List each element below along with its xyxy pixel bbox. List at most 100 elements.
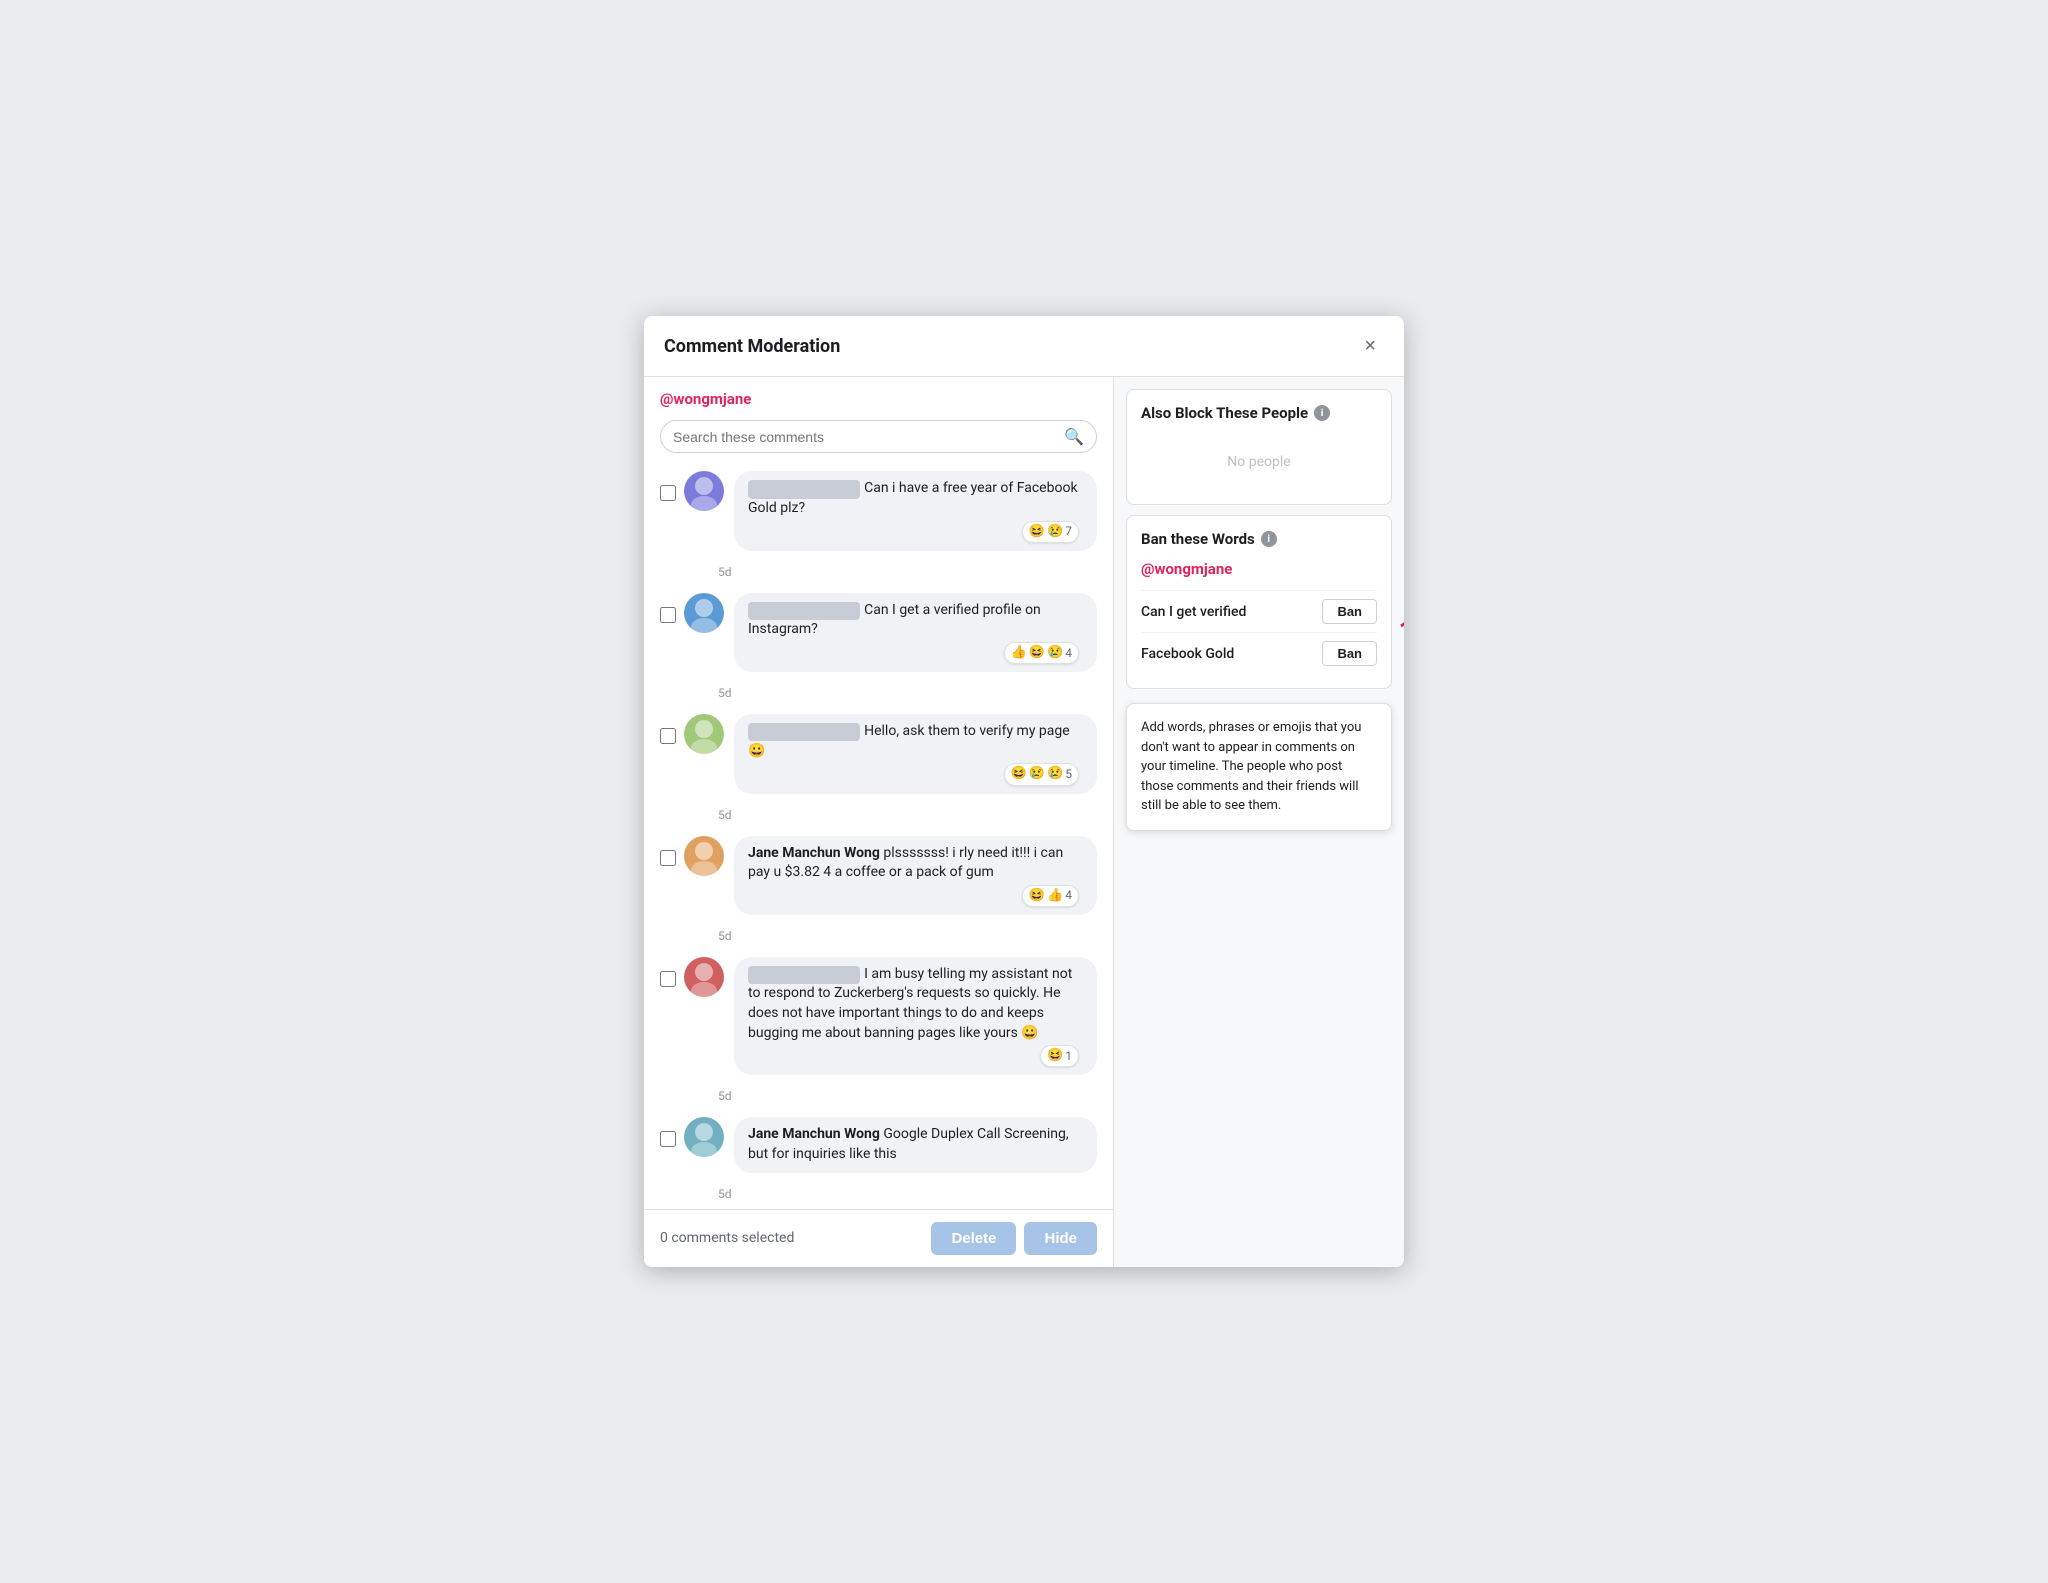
avatar [684, 714, 724, 754]
reaction-count: 5 [1065, 766, 1072, 783]
left-panel: @wongmjane 🔍 ██████████Can i have a free… [644, 377, 1114, 1266]
reaction-emoji: 😆 [1047, 1047, 1063, 1065]
avatar [684, 1117, 724, 1157]
list-item: Jane Manchun Wong plsssssss! i rly need … [660, 830, 1097, 921]
reaction-badge: 😆👍4 [1022, 885, 1079, 907]
modal-footer: 0 comments selected Delete Hide [644, 1209, 1113, 1267]
comment-timestamp: 5d [660, 925, 1097, 951]
list-item: ██████████Can i have a free year of Face… [660, 465, 1097, 556]
comment-checkbox[interactable] [660, 971, 676, 987]
comment-timestamp: 5d [660, 804, 1097, 830]
comment-author: Jane Manchun Wong [748, 1126, 883, 1142]
ban-row: Can I get verified Ban [1141, 590, 1377, 632]
reactions-row: 😆👍4 [748, 885, 1079, 907]
search-input[interactable] [673, 429, 1064, 445]
comment-content: Jane Manchun Wong plsssssss! i rly need … [734, 836, 1097, 915]
reactions-row: 😆😢7 [748, 521, 1079, 543]
also-block-card: Also Block These People i No people [1126, 389, 1392, 505]
ban-row: Facebook Gold Ban [1141, 632, 1377, 674]
comment-timestamp: 5d [660, 1085, 1097, 1111]
comment-timestamp: 5d [660, 682, 1097, 708]
list-item: ██████████Hello, ask them to verify my p… [660, 708, 1097, 799]
selected-count: 0 comments selected [660, 1230, 794, 1246]
reaction-count: 4 [1065, 645, 1072, 662]
comment-content: ██████████Can I get a verified profile o… [734, 593, 1097, 672]
comment-moderation-modal: Comment Moderation × @wongmjane 🔍 ██████… [644, 316, 1404, 1266]
also-block-title: Also Block These People i [1141, 404, 1377, 422]
reaction-emoji: 😢 [1047, 765, 1063, 783]
avatar [684, 836, 724, 876]
also-block-label: Also Block These People [1141, 404, 1308, 422]
reaction-emoji: 😆 [1029, 887, 1045, 905]
comment-timestamp: 5d [660, 561, 1097, 587]
reaction-emoji: 😆 [1011, 765, 1027, 783]
comment-content: Jane Manchun Wong Google Duplex Call Scr… [734, 1117, 1097, 1172]
comment-checkbox[interactable] [660, 485, 676, 501]
ban-words-label: Ban these Words [1141, 530, 1255, 548]
comment-bubble: ██████████I am busy telling my assistant… [734, 957, 1097, 1076]
ban-words-info-icon[interactable]: i [1261, 531, 1277, 547]
arrow-annotation [1386, 506, 1404, 636]
modal-header: Comment Moderation × [644, 316, 1404, 377]
reaction-emoji: 😢 [1047, 644, 1063, 662]
reaction-badge: 👍😆😢4 [1004, 642, 1079, 664]
tooltip-text: Add words, phrases or emojis that you do… [1141, 720, 1361, 813]
comment-checkbox[interactable] [660, 728, 676, 744]
reaction-count: 4 [1065, 887, 1072, 904]
modal-body: @wongmjane 🔍 ██████████Can i have a free… [644, 377, 1404, 1266]
comment-bubble: Jane Manchun Wong Google Duplex Call Scr… [734, 1117, 1097, 1172]
blurred-author: ██████████ [748, 602, 860, 620]
ban-button[interactable]: Ban [1322, 599, 1377, 624]
comment-checkbox[interactable] [660, 1131, 676, 1147]
close-button[interactable]: × [1356, 332, 1384, 360]
reaction-badge: 😆😢😢5 [1004, 763, 1079, 785]
reaction-badge: 😆1 [1040, 1045, 1079, 1067]
comment-bubble: ██████████Can i have a free year of Face… [734, 471, 1097, 550]
list-item: ██████████Can I get a verified profile o… [660, 587, 1097, 678]
ban-button[interactable]: Ban [1322, 641, 1377, 666]
reactions-row: 👍😆😢4 [748, 642, 1079, 664]
avatar [684, 957, 724, 997]
blurred-author: ██████████ [748, 723, 860, 741]
modal-title: Comment Moderation [664, 336, 840, 357]
reaction-badge: 😆😢7 [1022, 521, 1079, 543]
reaction-count: 1 [1065, 1048, 1072, 1065]
reaction-emoji: 😆 [1029, 523, 1045, 541]
hide-button[interactable]: Hide [1024, 1222, 1097, 1255]
comment-bubble: Jane Manchun Wong plsssssss! i rly need … [734, 836, 1097, 915]
delete-button[interactable]: Delete [931, 1222, 1016, 1255]
reaction-emoji: 👍 [1011, 644, 1027, 662]
comment-content: ██████████Hello, ask them to verify my p… [734, 714, 1097, 793]
search-icon: 🔍 [1064, 427, 1084, 446]
comment-timestamp: 5d [660, 1183, 1097, 1209]
ban-word: Can I get verified [1141, 604, 1246, 620]
reaction-emoji: 😆 [1029, 644, 1045, 662]
comment-bubble: ██████████Hello, ask them to verify my p… [734, 714, 1097, 793]
reaction-emoji: 😢 [1047, 523, 1063, 541]
user-header: @wongmjane [644, 377, 1113, 412]
reaction-count: 7 [1065, 523, 1072, 540]
comment-content: ██████████I am busy telling my assistant… [734, 957, 1097, 1076]
comments-list: ██████████Can i have a free year of Face… [644, 465, 1113, 1208]
ban-username: @wongmjane [1141, 560, 1377, 578]
blurred-author: ██████████ [748, 480, 860, 498]
tooltip-card: Add words, phrases or emojis that you do… [1126, 703, 1392, 831]
ban-rows: Can I get verified Ban Facebook Gold Ban [1141, 590, 1377, 674]
ban-words-title: Ban these Words i [1141, 530, 1377, 548]
no-people-text: No people [1141, 434, 1377, 490]
reaction-emoji: 😢 [1029, 765, 1045, 783]
ban-word: Facebook Gold [1141, 646, 1234, 662]
avatar [684, 471, 724, 511]
search-bar: 🔍 [660, 420, 1097, 453]
reaction-emoji: 👍 [1047, 887, 1063, 905]
also-block-info-icon: i [1314, 405, 1330, 421]
comment-checkbox[interactable] [660, 607, 676, 623]
comment-author: Jane Manchun Wong [748, 845, 883, 861]
right-panel: Also Block These People i No people Ban … [1114, 377, 1404, 1266]
comment-checkbox[interactable] [660, 850, 676, 866]
comment-bubble: ██████████Can I get a verified profile o… [734, 593, 1097, 672]
list-item: ██████████I am busy telling my assistant… [660, 951, 1097, 1082]
list-item: Jane Manchun Wong Google Duplex Call Scr… [660, 1111, 1097, 1178]
footer-actions: Delete Hide [931, 1222, 1097, 1255]
username-link[interactable]: @wongmjane [660, 390, 751, 408]
